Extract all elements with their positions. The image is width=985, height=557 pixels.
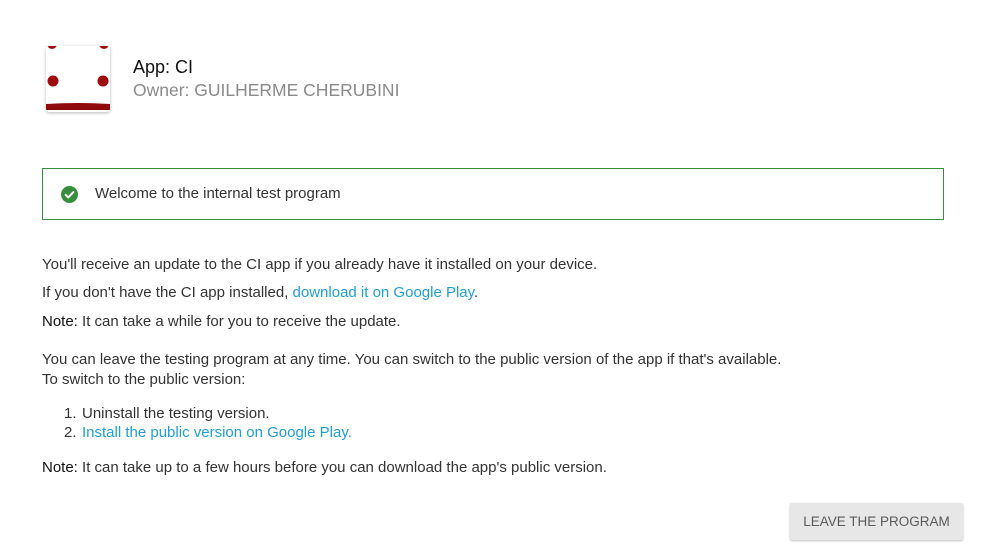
download-google-play-link[interactable]: download it on Google Play: [293, 284, 475, 301]
app-icon: [46, 46, 110, 112]
note-label: Note:: [42, 313, 78, 330]
public-version-note: Note: It can take up to a few hours befo…: [42, 457, 607, 479]
list-item-number: 2.: [64, 424, 77, 441]
install-public-version-link[interactable]: Install the public version on Google Pla…: [82, 424, 352, 441]
install-info: If you don't have the CI app installed, …: [42, 282, 478, 304]
banner-text: Welcome to the internal test program: [95, 185, 341, 202]
leave-program-button[interactable]: LEAVE THE PROGRAM: [790, 503, 963, 540]
note-label: Note:: [42, 459, 78, 476]
app-title: App: CI: [133, 57, 194, 77]
note-text: It can take up to a few hours before you…: [77, 459, 607, 476]
page: App: CI Owner: GUILHERME CHERUBINI Welco…: [0, 0, 985, 557]
app-owner: Owner: GUILHERME CHERUBINI: [133, 80, 400, 100]
install-info-suffix: .: [474, 284, 479, 301]
die-icon: [46, 46, 110, 112]
note-text: It can take a while for you to receive t…: [77, 313, 401, 330]
switch-intro-text: To switch to the public version:: [42, 371, 246, 388]
list-item: 1. Uninstall the testing version.: [64, 404, 270, 424]
welcome-banner: Welcome to the internal test program: [42, 168, 944, 220]
leave-info-text: You can leave the testing program at any…: [42, 351, 782, 368]
list-item: 2. Install the public version on Google P…: [64, 423, 352, 443]
list-item-number: 1.: [64, 405, 77, 422]
uninstall-step-text: Uninstall the testing version.: [82, 405, 270, 422]
update-delay-note: Note: It can take a while for you to rec…: [42, 311, 401, 333]
install-info-prefix: If you don't have the CI app installed,: [42, 284, 293, 301]
check-circle-icon: [61, 186, 78, 203]
update-info-text: You'll receive an update to the CI app i…: [42, 256, 598, 273]
